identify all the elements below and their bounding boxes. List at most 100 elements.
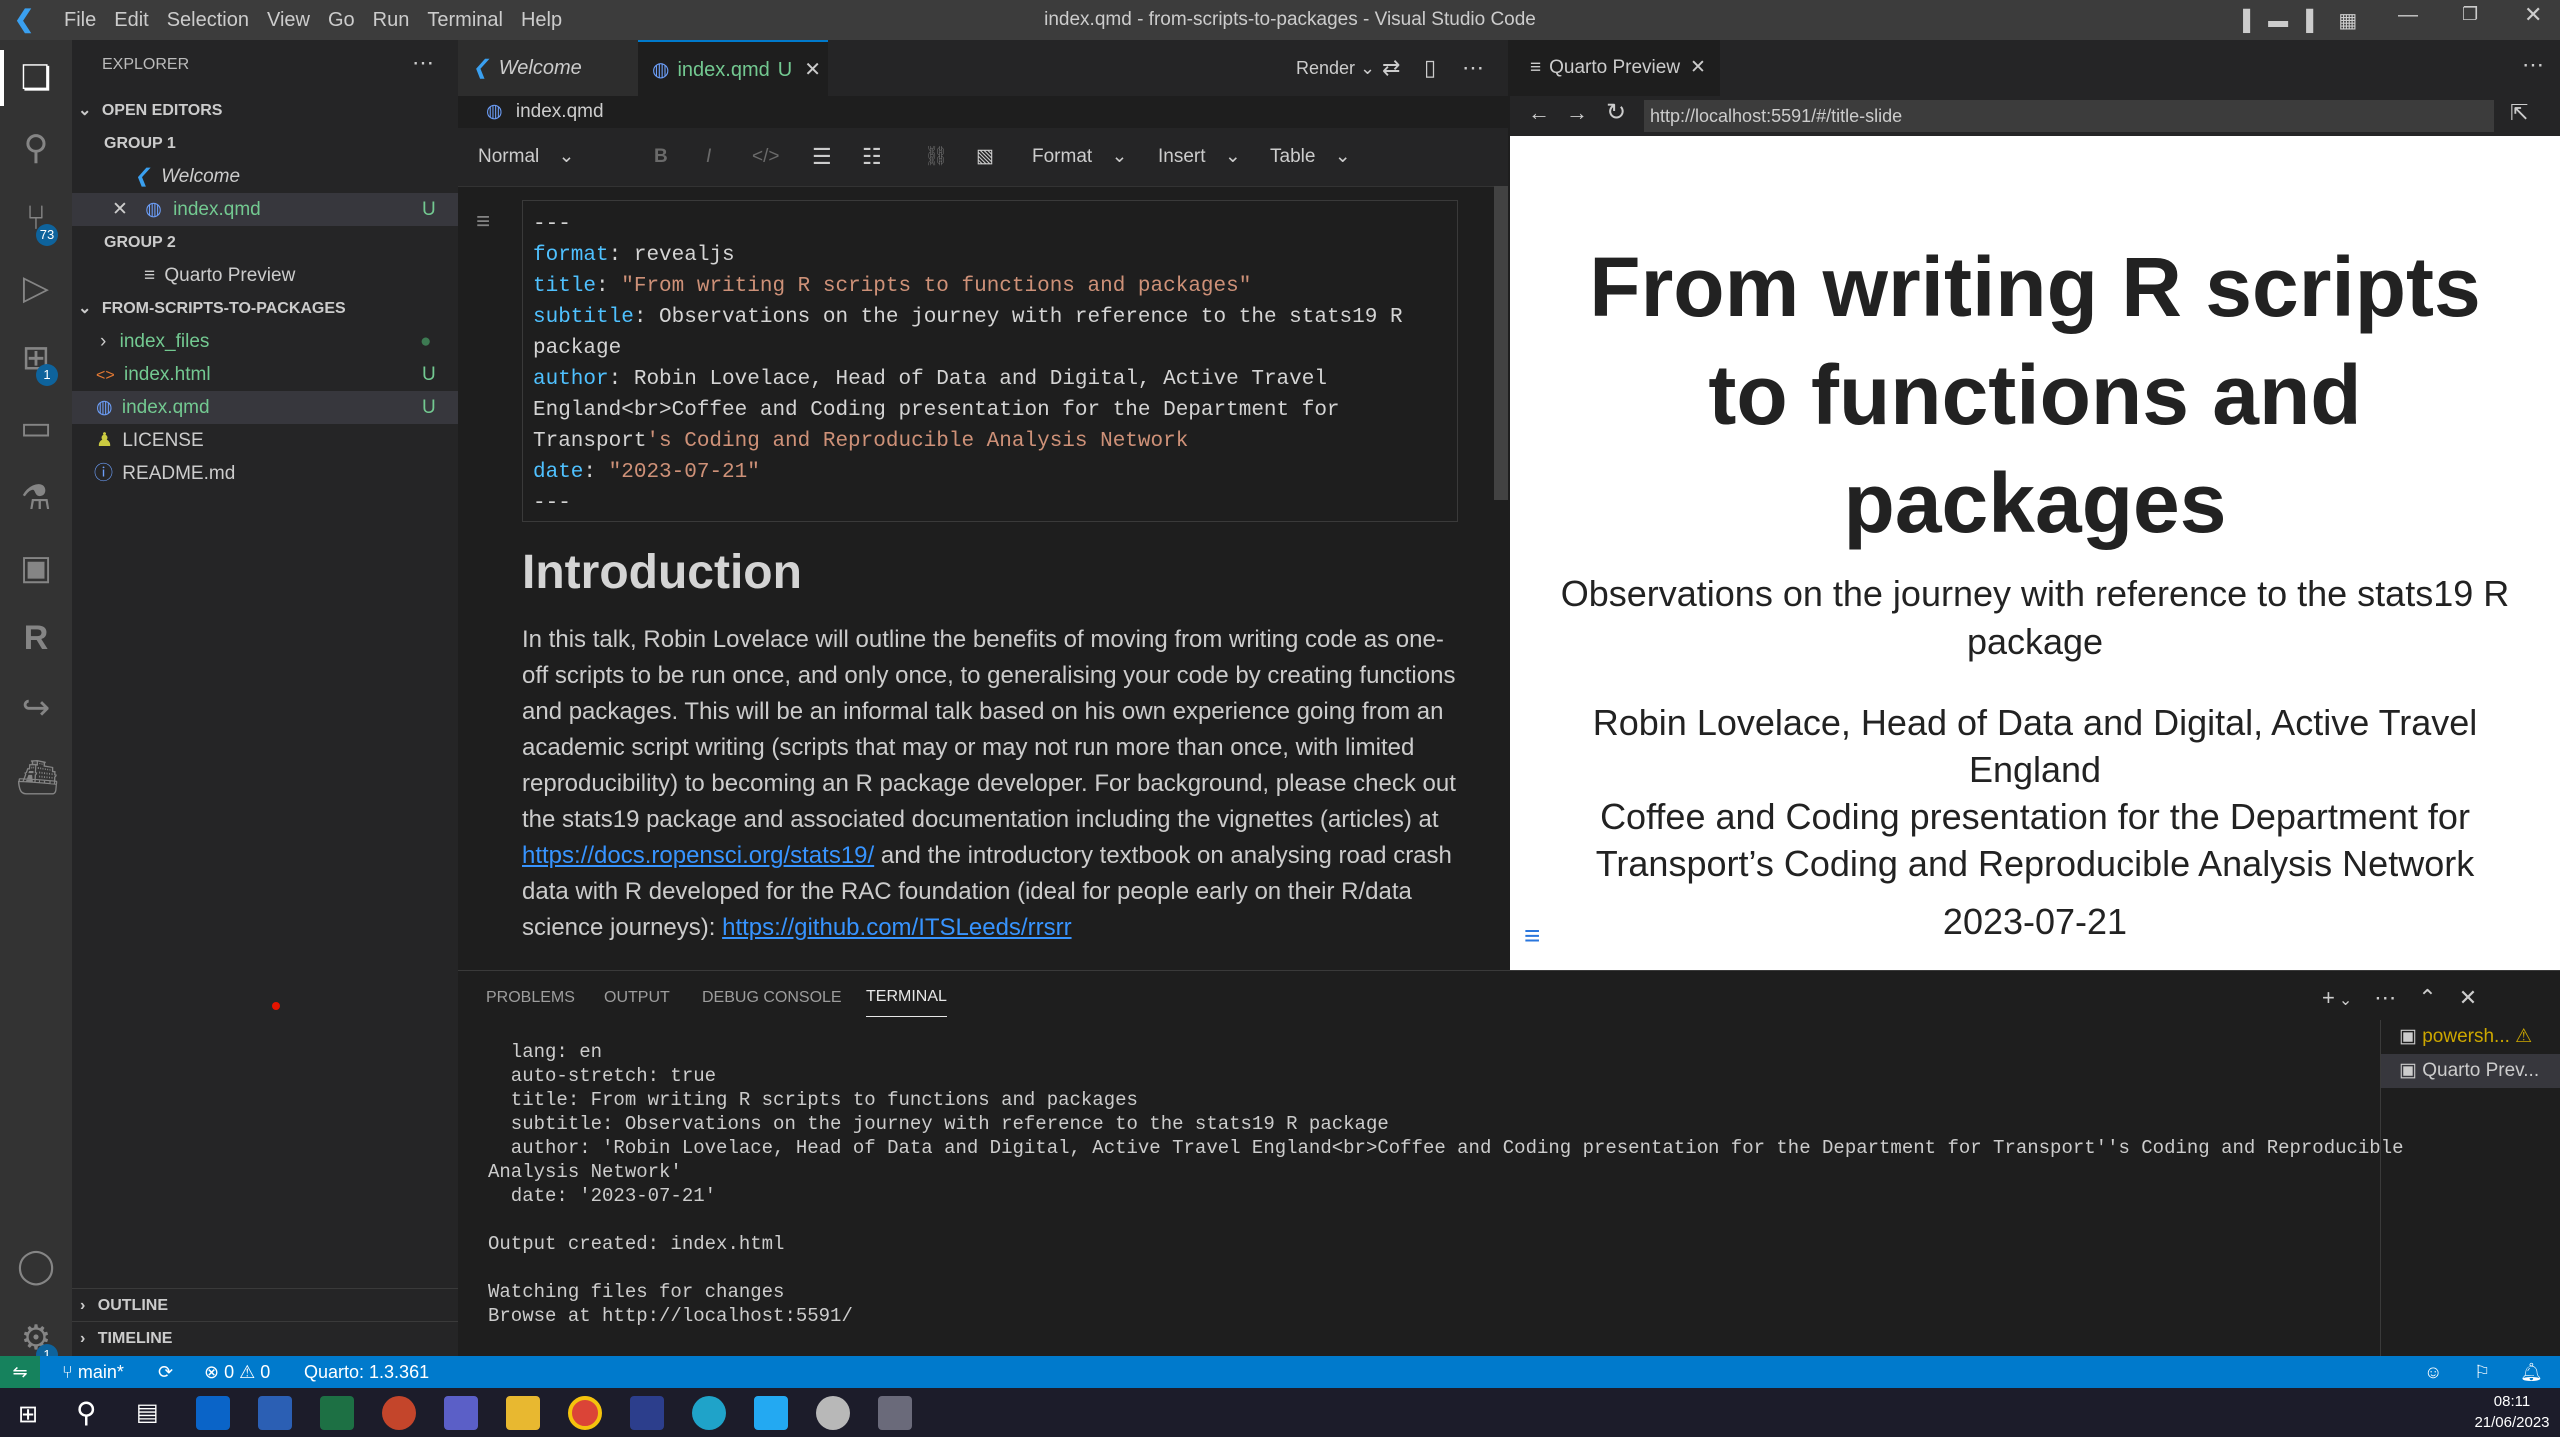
- bullet-list-icon[interactable]: ☰: [812, 128, 832, 186]
- panel-more-icon[interactable]: ⋯: [2374, 985, 2396, 1010]
- feedback-icon[interactable]: ⚐: [2474, 1356, 2490, 1388]
- slide-menu-icon[interactable]: ≡: [1524, 920, 1540, 952]
- restore-icon[interactable]: ❐: [2462, 4, 2478, 25]
- file-explorer-icon[interactable]: [506, 1396, 540, 1430]
- outline-header[interactable]: › OUTLINE: [72, 1288, 458, 1322]
- teams-icon[interactable]: [444, 1396, 478, 1430]
- remote-explorer-icon[interactable]: ▭: [16, 408, 56, 448]
- tab-terminal[interactable]: TERMINAL: [866, 978, 947, 1017]
- image-icon[interactable]: ▧: [976, 128, 994, 186]
- search-icon[interactable]: ⚲: [16, 128, 56, 168]
- vscode-taskbar-icon[interactable]: [754, 1396, 788, 1430]
- intro-paragraph[interactable]: In this talk, Robin Lovelace will outlin…: [522, 622, 1462, 946]
- quarto-version[interactable]: Quarto: 1.3.361: [304, 1356, 429, 1388]
- insert-menu[interactable]: Insert ⌄: [1158, 128, 1241, 186]
- yaml-front-matter[interactable]: --- format: revealjs title: "From writin…: [522, 200, 1458, 522]
- close-editor-icon[interactable]: ✕: [112, 199, 128, 220]
- copilot-icon[interactable]: ☺: [2424, 1356, 2442, 1388]
- live-share-icon[interactable]: ↪: [16, 688, 56, 728]
- powershell-icon[interactable]: [630, 1396, 664, 1430]
- preview-more-icon[interactable]: ⋯: [2522, 52, 2544, 78]
- tab-problems[interactable]: PROBLEMS: [486, 978, 575, 1018]
- open-editor-welcome[interactable]: ❮ Welcome: [72, 160, 458, 193]
- r-language-icon[interactable]: R: [16, 618, 56, 658]
- task-view-icon[interactable]: ▤: [136, 1398, 159, 1427]
- remote-desktop-icon[interactable]: [816, 1396, 850, 1430]
- minimize-icon[interactable]: —: [2398, 4, 2418, 27]
- toggle-panel-icon[interactable]: ▬: [2268, 10, 2288, 32]
- chevron-down-icon[interactable]: ⌄: [2339, 992, 2352, 1009]
- tab-debug-console[interactable]: DEBUG CONSOLE: [702, 978, 842, 1018]
- forward-icon[interactable]: →: [1566, 100, 1588, 126]
- preview-url-bar[interactable]: http://localhost:5591/#/title-slide: [1644, 100, 2494, 132]
- code-icon[interactable]: </>: [752, 128, 779, 186]
- tab-output[interactable]: OUTPUT: [604, 978, 670, 1018]
- file-index-html[interactable]: <> index.html U: [72, 358, 458, 391]
- back-icon[interactable]: ←: [1528, 100, 1550, 126]
- r-app-icon[interactable]: [878, 1396, 912, 1430]
- menu-edit[interactable]: Edit: [114, 0, 148, 40]
- open-external-icon[interactable]: ⇱: [2510, 100, 2528, 126]
- numbered-list-icon[interactable]: ☷: [862, 128, 882, 186]
- close-tab-icon[interactable]: ✕: [804, 59, 821, 81]
- visual-mode-icon[interactable]: ⇄: [1382, 40, 1400, 96]
- tab-welcome[interactable]: ❮ Welcome: [458, 40, 638, 96]
- problems-indicator[interactable]: ⊗ 0 ⚠ 0: [204, 1356, 270, 1388]
- style-select[interactable]: Normal ⌄: [478, 128, 574, 186]
- open-editor-index-qmd[interactable]: ✕ ◍ index.qmd U: [72, 193, 458, 226]
- format-menu[interactable]: Format ⌄: [1032, 128, 1127, 186]
- editor-more-icon[interactable]: ⋯: [1462, 40, 1484, 96]
- editor-scrollbar[interactable]: [1494, 186, 1508, 500]
- run-debug-icon[interactable]: ▷: [16, 268, 56, 308]
- reload-icon[interactable]: ↻: [1606, 98, 1626, 127]
- table-menu[interactable]: Table ⌄: [1270, 128, 1351, 186]
- docker-icon[interactable]: ⛴: [16, 758, 59, 798]
- edge-icon[interactable]: [692, 1396, 726, 1430]
- terminal-item-powershell[interactable]: ▣ powersh... ⚠: [2381, 1020, 2560, 1054]
- windows-start-icon[interactable]: ⊞: [18, 1400, 38, 1429]
- menu-terminal[interactable]: Terminal: [427, 0, 503, 40]
- stats19-docs-link[interactable]: https://docs.ropensci.org/stats19/: [522, 842, 874, 869]
- menu-selection[interactable]: Selection: [167, 0, 249, 40]
- toggle-sidebar-icon[interactable]: ▐: [2236, 10, 2250, 32]
- bold-icon[interactable]: B: [654, 128, 668, 186]
- terminal-output[interactable]: lang: en auto-stretch: true title: From …: [488, 1040, 2404, 1328]
- breadcrumb[interactable]: ◍ index.qmd: [486, 98, 604, 126]
- maximize-panel-icon[interactable]: ⌃: [2418, 985, 2436, 1010]
- menu-run[interactable]: Run: [373, 0, 410, 40]
- file-readme[interactable]: ⓘ README.md: [72, 457, 458, 490]
- split-editor-icon[interactable]: ▯: [1424, 40, 1436, 96]
- rrsrr-link[interactable]: https://github.com/ITSLeeds/rrsrr: [722, 914, 1071, 941]
- menu-go[interactable]: Go: [328, 0, 355, 40]
- powerpoint-icon[interactable]: [382, 1396, 416, 1430]
- link-icon[interactable]: ⛓: [924, 128, 948, 186]
- new-terminal-icon[interactable]: +: [2322, 985, 2335, 1010]
- excel-icon[interactable]: [320, 1396, 354, 1430]
- outlook-icon[interactable]: [196, 1396, 230, 1430]
- customize-layout-icon[interactable]: ▦: [2338, 10, 2357, 32]
- menu-help[interactable]: Help: [521, 0, 562, 40]
- project-header[interactable]: ⌄ FROM-SCRIPTS-TO-PACKAGES: [72, 292, 458, 325]
- block-menu-icon[interactable]: ≡: [476, 208, 490, 236]
- terminal-icon[interactable]: ▣: [16, 548, 56, 588]
- close-preview-tab-icon[interactable]: ✕: [1690, 57, 1706, 78]
- tab-index-qmd[interactable]: ◍ index.qmd U ✕: [638, 40, 828, 98]
- explorer-icon[interactable]: ❏: [16, 58, 56, 98]
- terminal-item-quarto-preview[interactable]: ▣ Quarto Prev...: [2381, 1054, 2560, 1088]
- taskbar-clock[interactable]: 08:11 21/06/2023: [2472, 1391, 2552, 1433]
- branch-indicator[interactable]: ⑂ main*: [62, 1356, 124, 1388]
- word-icon[interactable]: [258, 1396, 292, 1430]
- sync-icon[interactable]: ⟳: [158, 1356, 173, 1388]
- menu-file[interactable]: File: [64, 0, 96, 40]
- open-editors-header[interactable]: ⌄ OPEN EDITORS: [72, 94, 458, 127]
- render-button[interactable]: Render ⌄: [1296, 40, 1375, 96]
- close-panel-icon[interactable]: ✕: [2459, 985, 2477, 1010]
- explorer-more-icon[interactable]: ⋯: [412, 50, 434, 76]
- chrome-icon[interactable]: [568, 1396, 602, 1430]
- accounts-icon[interactable]: ◯: [16, 1246, 56, 1286]
- file-index-files[interactable]: › index_files ●: [72, 325, 458, 358]
- file-index-qmd[interactable]: ◍ index.qmd U: [72, 391, 458, 424]
- testing-icon[interactable]: ⚗: [16, 478, 56, 518]
- toggle-secondary-icon[interactable]: ▌: [2306, 10, 2320, 32]
- tab-quarto-preview[interactable]: ≡ Quarto Preview ✕: [1510, 40, 1720, 96]
